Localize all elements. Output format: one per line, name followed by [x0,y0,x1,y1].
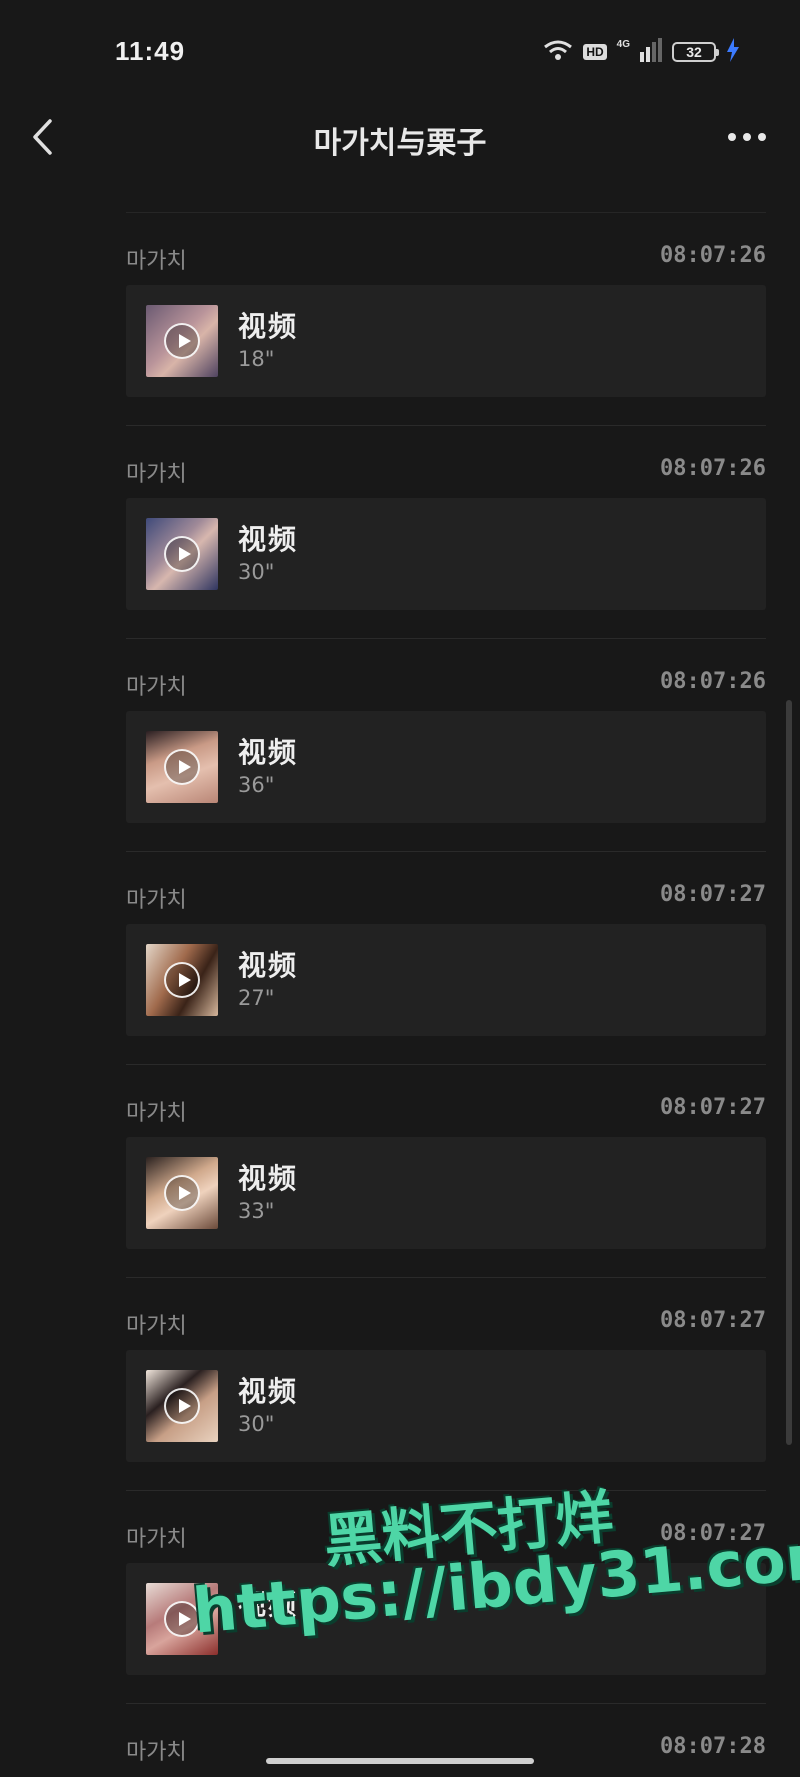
message-item: 마가치 08:07:27 视频 30" [126,1277,766,1490]
video-title: 视频 [238,736,299,769]
status-time: 11:49 [115,36,186,66]
play-icon[interactable] [164,1175,200,1211]
message-item: 마가치 08:07:27 视频 33" [126,1064,766,1277]
battery-indicator: 32 [672,42,719,62]
message-item: 마가치 08:07:26 视频 30" [126,425,766,638]
video-card[interactable]: 视频 36" [126,711,766,823]
message-time: 08:07:27 [660,1308,766,1333]
message-header: 마가치 08:07:27 [126,1308,766,1339]
video-title: 视频 [238,1162,299,1195]
sender-name: 마가치 [126,249,187,274]
video-duration: 36" [238,773,275,797]
video-thumbnail[interactable] [146,731,218,803]
message-item: 마가치 08:07:26 视频 18" [126,212,766,425]
wifi-icon [543,39,573,65]
message-item: 마가치 08:07:27 视频 27" [126,851,766,1064]
video-title: 视频 [238,1375,299,1408]
sender-name: 마가치 [126,1527,187,1552]
chat-title: 마가치与栗子 [313,126,487,161]
sender-name: 마가치 [126,1314,187,1339]
network-label: 4G [616,38,630,50]
message-header: 마가치 08:07:27 [126,882,766,913]
sender-name: 마가치 [126,1101,187,1126]
video-card[interactable]: 视频 27" [126,924,766,1036]
message-header: 마가치 08:07:26 [126,456,766,487]
play-icon[interactable] [164,536,200,572]
video-thumbnail[interactable] [146,1370,218,1442]
video-card[interactable]: 视频 18" [126,285,766,397]
play-icon[interactable] [164,962,200,998]
video-thumbnail[interactable] [146,305,218,377]
play-icon[interactable] [164,323,200,359]
video-duration: 27" [238,986,275,1010]
hd-badge: HD [583,44,607,60]
play-icon[interactable] [164,749,200,785]
video-card[interactable]: 视频 33" [126,1137,766,1249]
more-dots-icon [728,133,766,141]
status-bar: 11:49 HD 4G 32 [0,0,800,100]
message-time: 08:07:26 [660,669,766,694]
message-time: 08:07:26 [660,243,766,268]
video-duration: 18" [238,347,275,371]
video-thumbnail[interactable] [146,1583,218,1655]
message-header: 마가치 08:07:27 [126,1521,766,1552]
message-time: 08:07:27 [660,1095,766,1120]
home-indicator[interactable] [266,1758,534,1764]
video-thumbnail[interactable] [146,944,218,1016]
message-item: 마가치 08:07:28 [126,1703,766,1764]
message-list: 마가치 08:07:26 视频 18" 마가치 08:07:26 视频 30" … [126,212,766,1764]
play-icon[interactable] [164,1388,200,1424]
video-duration: 30" [238,560,275,584]
video-thumbnail[interactable] [146,518,218,590]
sender-name: 마가치 [126,1740,187,1764]
more-button[interactable] [722,120,772,154]
message-header: 마가치 08:07:26 [126,243,766,274]
message-time: 08:07:28 [660,1734,766,1759]
sender-name: 마가치 [126,675,187,700]
message-item: 마가치 08:07:27 视频 [126,1490,766,1703]
play-icon[interactable] [164,1601,200,1637]
video-duration: 33" [238,1199,275,1223]
signal-icon [640,38,662,66]
message-header: 마가치 08:07:27 [126,1095,766,1126]
message-header: 마가치 08:07:26 [126,669,766,700]
message-time: 08:07:27 [660,882,766,907]
sender-name: 마가치 [126,462,187,487]
video-thumbnail[interactable] [146,1157,218,1229]
charging-icon [726,38,740,66]
video-title: 视频 [238,523,299,556]
video-card[interactable]: 视频 [126,1563,766,1675]
video-title: 视频 [238,949,299,982]
video-card[interactable]: 视频 30" [126,498,766,610]
sender-name: 마가치 [126,888,187,913]
video-title: 视频 [238,1588,299,1621]
video-card[interactable]: 视频 30" [126,1350,766,1462]
message-time: 08:07:26 [660,456,766,481]
scrollbar[interactable] [786,700,792,1445]
message-item: 마가치 08:07:26 视频 36" [126,638,766,851]
message-time: 08:07:27 [660,1521,766,1546]
status-icons: HD 4G 32 [543,38,740,66]
nav-bar: 마가치与栗子 [0,100,800,175]
video-title: 视频 [238,310,299,343]
video-duration: 30" [238,1412,275,1436]
